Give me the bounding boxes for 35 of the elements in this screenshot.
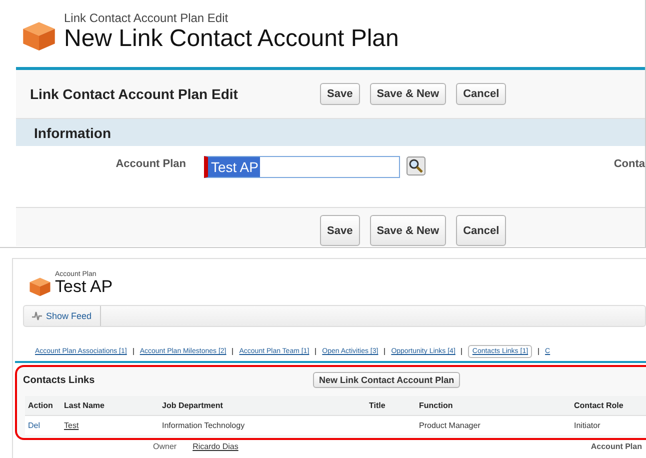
form-button[interactable]: Cancel <box>456 215 506 246</box>
table-cell: Initiator <box>571 416 646 435</box>
delete-link[interactable]: Del <box>25 416 61 435</box>
column-header: Last Name <box>61 396 159 416</box>
form-button[interactable]: Save <box>320 83 360 105</box>
related-list-title: Contacts Links <box>23 374 96 386</box>
section-header: Information <box>16 119 645 146</box>
table-cell: Information Technology <box>159 416 366 435</box>
field-label: Owner <box>153 442 177 451</box>
field-label: Account Plan <box>114 157 186 172</box>
column-header: Contact Role <box>571 396 646 416</box>
column-header: Action <box>25 396 61 416</box>
pulse-icon <box>32 311 42 321</box>
form-button[interactable]: Save <box>320 215 360 246</box>
field-label: Account Plan <box>590 442 643 451</box>
owner-link[interactable]: Ricardo Dias <box>192 442 238 451</box>
form-button[interactable]: Cancel <box>456 83 506 105</box>
page-title: Test AP <box>55 278 113 297</box>
block-title: Link Contact Account Plan Edit <box>30 86 239 102</box>
column-header: Job Department <box>159 396 366 416</box>
column-header: Function <box>416 396 571 416</box>
new-record-button[interactable]: New Link Contact Account Plan <box>313 372 460 388</box>
column-header: Title <box>366 396 416 416</box>
show-feed-button[interactable]: Show Feed <box>24 306 101 326</box>
record-link[interactable]: Test <box>61 416 159 435</box>
form-button[interactable]: Save & New <box>370 83 446 105</box>
cube-icon <box>29 277 51 297</box>
form-button[interactable]: Save & New <box>370 215 446 246</box>
lookup-icon[interactable] <box>406 156 426 176</box>
input-field[interactable]: Test AP <box>204 156 400 178</box>
cube-icon <box>22 21 56 52</box>
table-cell: Product Manager <box>416 416 571 435</box>
page-title: New Link Contact Account Plan <box>64 26 399 52</box>
page-subtitle: Link Contact Account Plan Edit <box>64 12 230 26</box>
field-label: Conta <box>614 157 645 172</box>
